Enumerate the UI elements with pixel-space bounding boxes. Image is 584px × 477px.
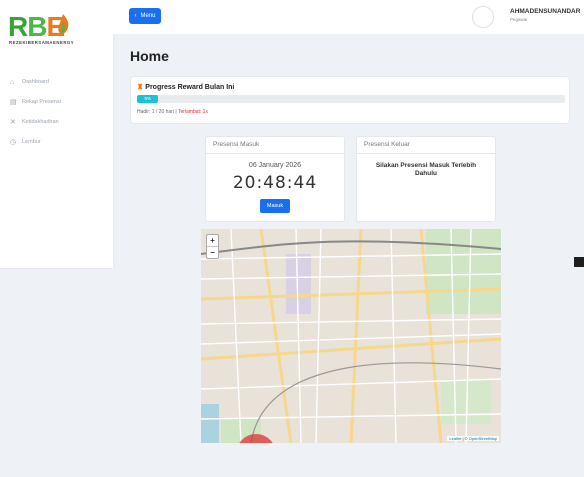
flame-icon (58, 14, 69, 34)
attribution-separator: | © (461, 436, 469, 441)
calendar-icon: ▤ (10, 99, 17, 106)
sidebar-item-rekap-presensi[interactable]: ▤ Rekap Presensi (10, 92, 61, 112)
sidebar-item-label: Ketidakhadiran (22, 119, 59, 125)
map-tiles (201, 229, 501, 443)
avatar[interactable] (472, 6, 494, 28)
sidebar-nav: ⌂ Dashboard ▤ Rekap Presensi ✕ Ketidakha… (10, 72, 61, 152)
attendance-count: Hadir: 1 / 20 hari | (137, 109, 178, 115)
zoom-out-button[interactable]: − (207, 246, 218, 258)
openstreetmap-link[interactable]: OpenStreetMap (469, 436, 497, 441)
progress-bar-fill: 5% (137, 95, 159, 103)
floating-square (574, 257, 584, 267)
logo-subtitle: REZEKIBERSAMAENERGY (9, 40, 75, 45)
trophy-icon: ♜ (137, 84, 144, 91)
chevron-left-icon: ‹ (134, 13, 137, 19)
presensi-keluar-title: Presensi Keluar (357, 137, 495, 154)
zoom-in-button[interactable]: + (207, 235, 218, 246)
progress-bar: 5% (137, 95, 565, 103)
sidebar-item-dashboard[interactable]: ⌂ Dashboard (10, 72, 61, 92)
progress-title: ♜ Progress Reward Bulan Ini (137, 83, 234, 91)
clock-icon: ◷ (10, 139, 17, 146)
home-icon: ⌂ (10, 78, 15, 86)
attendance-summary: Hadir: 1 / 20 hari | Terlambat: 1x (137, 109, 208, 115)
current-time: 20:48:44 (232, 173, 318, 193)
current-date: 06 January 2026 (248, 162, 302, 169)
progress-reward-card: ♜ Progress Reward Bulan Ini 5% Hadir: 1 /… (130, 76, 570, 124)
sidebar-item-label: Lembur (22, 139, 41, 145)
presensi-masuk-card: Presensi Masuk 06 January 2026 20:48:44 … (205, 136, 345, 222)
sidebar: RBE REZEKIBERSAMAENERGY ⌂ Dashboard ▤ Re… (0, 0, 113, 268)
presensi-keluar-card: Presensi Keluar Silakan Presensi Masuk T… (356, 136, 496, 222)
absence-icon: ✕ (10, 119, 16, 126)
sidebar-item-label: Dashboard (22, 79, 49, 85)
leaflet-link[interactable]: Leaflet (449, 436, 461, 441)
user-role: Pegawai (510, 17, 528, 22)
location-map[interactable]: + − Leaflet | © OpenStreetMap (201, 229, 501, 443)
sidebar-item-label: Rekap Presensi (22, 99, 61, 105)
presensi-keluar-message: Silakan Presensi Masuk Terlebih Dahulu (375, 162, 477, 177)
page-title: Home (130, 48, 169, 64)
menu-button-label: Menu (140, 13, 156, 19)
progress-title-text: Progress Reward Bulan Ini (145, 84, 235, 91)
map-zoom-control: + − (206, 234, 219, 259)
sidebar-item-ketidakhadiran[interactable]: ✕ Ketidakhadiran (10, 112, 61, 132)
late-count: Terlambat: 1x (177, 109, 208, 115)
menu-button[interactable]: ‹ Menu (129, 8, 161, 24)
map-attribution: Leaflet | © OpenStreetMap (447, 436, 499, 441)
user-name: AHMADENSUNANDAR (510, 8, 581, 15)
sidebar-item-lembur[interactable]: ◷ Lembur (10, 132, 61, 152)
masuk-button[interactable]: Masuk (260, 199, 290, 213)
presensi-masuk-title: Presensi Masuk (206, 137, 344, 154)
logo: RBE REZEKIBERSAMAENERGY (8, 12, 104, 48)
